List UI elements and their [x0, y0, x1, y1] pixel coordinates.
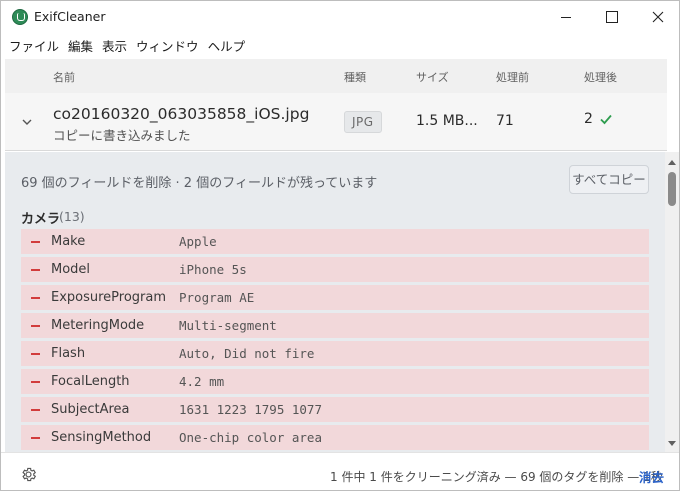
- tag-row: MeteringMode Multi-segment: [21, 313, 649, 338]
- tag-row: Make Apple: [21, 229, 649, 254]
- scroll-down-arrow-icon[interactable]: [668, 441, 676, 446]
- status-text: 1 件中 1 件をクリーニング済み — 69 個のタグを削除 — 1秒: [330, 470, 663, 484]
- tag-row: Flash Auto, Did not fire: [21, 341, 649, 366]
- tag-name: ExposureProgram: [51, 290, 167, 305]
- column-size-header: サイズ: [416, 71, 449, 84]
- minus-icon: [31, 437, 40, 439]
- minus-icon: [31, 269, 40, 271]
- gear-icon[interactable]: [20, 466, 37, 483]
- group-count: (13): [59, 209, 85, 224]
- tags-after-count: 2: [584, 111, 593, 127]
- maximize-button[interactable]: [589, 1, 635, 33]
- tag-value: Apple: [179, 234, 217, 249]
- file-status: コピーに書き込みました: [53, 128, 191, 143]
- tag-row: FocalLength 4.2 mm: [21, 369, 649, 394]
- tag-row: Model iPhone 5s: [21, 257, 649, 282]
- app-logo-icon: [12, 9, 28, 25]
- minus-icon: [31, 381, 40, 383]
- menu-edit[interactable]: 編集: [64, 34, 97, 57]
- menu-help[interactable]: ヘルプ: [204, 34, 250, 57]
- file-type-badge: JPG: [344, 111, 382, 133]
- scrollbar-thumb[interactable]: [668, 172, 676, 206]
- clear-button[interactable]: 消去: [639, 467, 664, 486]
- group-title: カメラ: [21, 212, 61, 227]
- column-after-header: 処理後: [584, 71, 617, 84]
- menu-view[interactable]: 表示: [98, 34, 131, 57]
- minus-icon: [31, 241, 40, 243]
- tag-row: SensingMethod One-chip color area: [21, 425, 649, 450]
- tag-name: Flash: [51, 346, 86, 361]
- tags-before-count: 71: [496, 113, 514, 129]
- file-name: co20160320_063035858_iOS.jpg: [53, 105, 310, 123]
- minus-icon: [31, 409, 40, 411]
- column-before-header: 処理前: [496, 71, 529, 84]
- tag-name: SensingMethod: [51, 430, 152, 445]
- tag-value: Multi-segment: [179, 318, 277, 333]
- tag-name: Model: [51, 262, 91, 277]
- menu-window[interactable]: ウィンドウ: [132, 34, 203, 57]
- check-icon: [600, 114, 612, 125]
- file-size: 1.5 MB...: [416, 113, 478, 129]
- details-summary: 69 個のフィールドを削除 · 2 個のフィールドが残っています: [21, 176, 378, 191]
- status-bar: 1 件中 1 件をクリーニング済み — 69 個のタグを削除 — 1秒 消去: [1, 452, 679, 490]
- minus-icon: [31, 325, 40, 327]
- menu-bar: ファイル 編集 表示 ウィンドウ ヘルプ: [1, 33, 679, 57]
- app-window: ExifCleaner ファイル 編集 表示 ウィンドウ ヘルプ 名前 種類 サ…: [0, 0, 680, 491]
- minus-icon: [31, 353, 40, 355]
- chevron-down-icon[interactable]: [20, 115, 34, 129]
- title-bar[interactable]: ExifCleaner: [1, 1, 679, 33]
- tag-name: SubjectArea: [51, 402, 130, 417]
- tag-name: MeteringMode: [51, 318, 145, 333]
- tag-value: 1631 1223 1795 1077: [179, 402, 322, 417]
- tag-row: SubjectArea 1631 1223 1795 1077: [21, 397, 649, 422]
- metadata-details-panel: 69 個のフィールドを削除 · 2 個のフィールドが残っています すべてコピー …: [5, 152, 665, 452]
- tag-value: Auto, Did not fire: [179, 346, 315, 361]
- tag-name: Make: [51, 234, 86, 249]
- tag-value: Program AE: [179, 290, 255, 305]
- tag-value: 4.2 mm: [179, 374, 225, 389]
- tag-name: FocalLength: [51, 374, 130, 389]
- close-icon: [652, 11, 664, 23]
- close-button[interactable]: [635, 1, 679, 33]
- vertical-scrollbar[interactable]: [665, 152, 679, 452]
- column-name-header: 名前: [53, 71, 75, 84]
- tag-value: iPhone 5s: [179, 262, 247, 277]
- tag-row: ExposureProgram Program AE: [21, 285, 649, 310]
- tag-value: One-chip color area: [179, 430, 322, 445]
- menu-file[interactable]: ファイル: [5, 34, 63, 57]
- tags-after: 2: [584, 111, 613, 127]
- minus-icon: [31, 297, 40, 299]
- file-row[interactable]: co20160320_063035858_iOS.jpg コピーに書き込みました…: [5, 93, 667, 151]
- copy-all-button[interactable]: すべてコピー: [569, 165, 649, 194]
- minimize-button[interactable]: [543, 1, 589, 33]
- column-type-header: 種類: [344, 71, 366, 84]
- table-header: 名前 種類 サイズ 処理前 処理後: [5, 59, 667, 93]
- scroll-up-arrow-icon[interactable]: [668, 160, 676, 165]
- window-title: ExifCleaner: [34, 9, 106, 24]
